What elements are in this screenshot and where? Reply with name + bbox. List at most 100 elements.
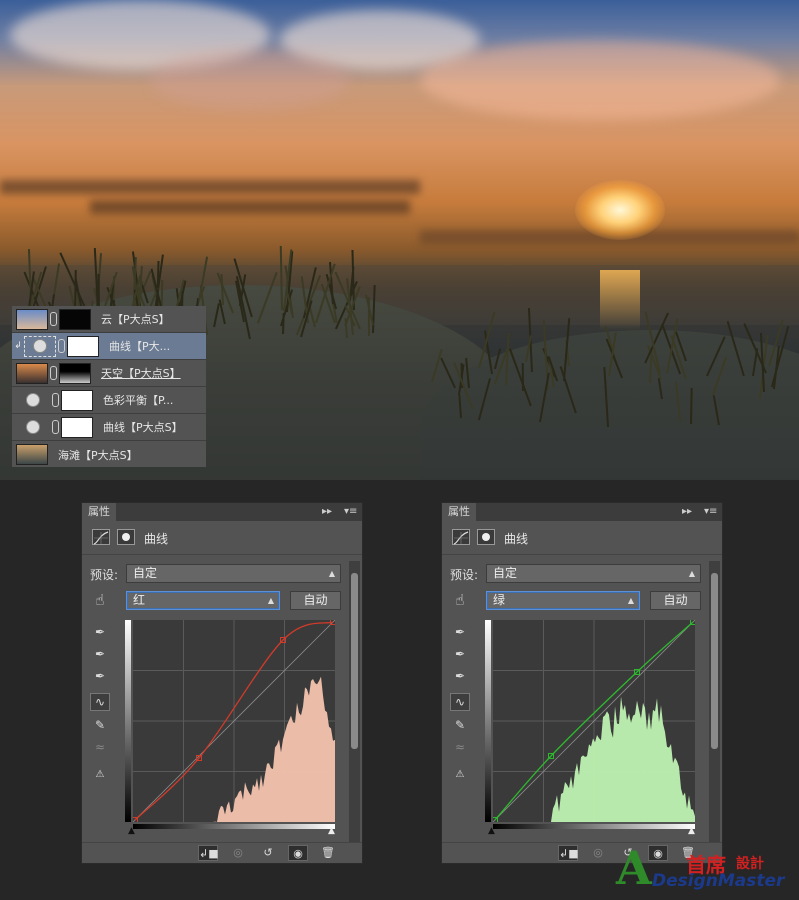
input-gradient: [133, 824, 335, 829]
layer-name: 天空【P大点S】: [101, 367, 181, 380]
eyedropper-gray-icon[interactable]: ✒: [450, 645, 470, 663]
logo-en: DesignMaster: [652, 871, 785, 891]
view-previous-icon[interactable]: ◎: [588, 845, 608, 861]
layer-mask[interactable]: [59, 308, 91, 330]
layer-thumbnail: [26, 393, 40, 407]
preset-select[interactable]: 自定 ▲: [126, 564, 341, 583]
layer-row-selected[interactable]: ↲ 曲线【P大...: [12, 333, 206, 360]
pencil-icon[interactable]: ✎: [90, 716, 110, 734]
layers-panel: 云【P大点S】 ↲ 曲线【P大... 天空【P大点S】 色彩平衡【P... 曲线…: [12, 306, 206, 467]
trash-icon[interactable]: 🗑: [318, 845, 338, 861]
chevron-updown-icon: ▲: [328, 569, 335, 578]
designmaster-logo: A 首席 設計 DesignMaster: [616, 845, 796, 897]
scrollbar-thumb[interactable]: [711, 573, 718, 749]
layer-mask[interactable]: [61, 416, 93, 438]
logo-mark: A: [616, 841, 652, 895]
panel-footer: ↲■ ◎ ↺ ◉ 🗑: [82, 842, 362, 863]
layer-mask[interactable]: [59, 362, 91, 384]
layer-row[interactable]: 海滩【P大点S】: [12, 441, 206, 468]
panel-header: 曲线: [442, 522, 722, 555]
layer-row[interactable]: 色彩平衡【P...: [12, 387, 206, 414]
properties-panel: 属性 ▸▸ ▾≡ 曲线 预设: 自定 ▲ ☝ 红 ▲ 自动 ✒ ✒ ✒ ∿ ✎ ≈ …: [81, 502, 363, 864]
hand-adjust-icon[interactable]: ☝: [450, 591, 470, 609]
pencil-icon[interactable]: ✎: [450, 716, 470, 734]
curves-adjustment-icon: [26, 420, 40, 434]
layer-row[interactable]: 曲线【P大点S】: [12, 414, 206, 441]
auto-button[interactable]: 自动: [290, 591, 341, 610]
clipping-warning-icon[interactable]: ⚠: [450, 765, 470, 783]
clip-to-layer-icon[interactable]: ↲■: [558, 845, 579, 861]
scrollbar[interactable]: [709, 561, 720, 843]
scrollbar[interactable]: [349, 561, 360, 843]
collapse-icon[interactable]: ▸▸: [322, 503, 332, 521]
auto-button[interactable]: 自动: [650, 591, 701, 610]
tab-properties[interactable]: 属性: [442, 503, 476, 521]
curves-adjustment-icon: [33, 339, 47, 353]
eyedropper-white-icon[interactable]: ✒: [450, 667, 470, 685]
white-point-slider[interactable]: ▲: [688, 826, 695, 836]
channel-select[interactable]: 红 ▲: [126, 591, 280, 610]
clipping-warning-icon[interactable]: ⚠: [90, 765, 110, 783]
layer-name: 色彩平衡【P...: [103, 394, 174, 407]
mask-icon[interactable]: [117, 529, 135, 545]
mask-icon[interactable]: [477, 529, 495, 545]
eyedropper-black-icon[interactable]: ✒: [90, 623, 110, 641]
link-icon: [52, 420, 59, 434]
eyedropper-white-icon[interactable]: ✒: [90, 667, 110, 685]
clip-to-layer-icon[interactable]: ↲■: [198, 845, 219, 861]
panel-menu-icon[interactable]: ▾≡: [704, 503, 717, 521]
layer-thumbnail: [16, 308, 48, 330]
link-icon: [58, 339, 65, 353]
curve-point-tool-icon[interactable]: ∿: [450, 693, 470, 711]
eyedropper-black-icon[interactable]: ✒: [450, 623, 470, 641]
output-gradient: [485, 620, 491, 822]
preset-label: 预设:: [450, 568, 479, 582]
layer-thumbnail: [16, 444, 48, 465]
black-point-slider[interactable]: ▲: [128, 826, 135, 836]
preset-label: 预设:: [90, 568, 119, 582]
smooth-icon[interactable]: ≈: [90, 738, 110, 756]
curves-icon[interactable]: [92, 529, 110, 545]
scrollbar-thumb[interactable]: [351, 573, 358, 749]
cloud: [150, 50, 350, 110]
layer-thumbnail: [16, 362, 48, 384]
black-point-slider[interactable]: ▲: [488, 826, 495, 836]
curves-icon[interactable]: [452, 529, 470, 545]
layer-name: 云【P大点S】: [101, 313, 170, 326]
collapse-icon[interactable]: ▸▸: [682, 503, 692, 521]
chevron-updown-icon: ▲: [688, 569, 695, 578]
curves-graph[interactable]: [493, 620, 695, 822]
channel-select[interactable]: 绿 ▲: [486, 591, 640, 610]
white-point-slider[interactable]: ▲: [328, 826, 335, 836]
link-icon: [50, 366, 57, 380]
canvas-photo: 云【P大点S】 ↲ 曲线【P大... 天空【P大点S】 色彩平衡【P... 曲线…: [0, 0, 799, 480]
layer-row[interactable]: 天空【P大点S】: [12, 360, 206, 387]
chevron-updown-icon: ▲: [627, 596, 634, 605]
color-balance-icon: [26, 393, 40, 407]
layer-mask[interactable]: [61, 389, 93, 411]
tab-properties[interactable]: 属性: [82, 503, 116, 521]
panel-header: 曲线: [82, 522, 362, 555]
logo-cn2: 設計: [736, 856, 764, 872]
panel-titlebar: 属性 ▸▸ ▾≡: [442, 503, 722, 521]
layer-name: 曲线【P大点S】: [103, 421, 183, 434]
eyedropper-gray-icon[interactable]: ✒: [90, 645, 110, 663]
panel-titlebar: 属性 ▸▸ ▾≡: [82, 503, 362, 521]
layer-mask[interactable]: [67, 335, 99, 357]
curve-point-tool-icon[interactable]: ∿: [90, 693, 110, 711]
panel-title: 曲线: [504, 532, 529, 546]
visibility-eye-icon[interactable]: ◉: [288, 845, 308, 861]
panel-title: 曲线: [144, 532, 169, 546]
output-gradient: [125, 620, 131, 822]
curves-graph[interactable]: [133, 620, 335, 822]
layer-name: 曲线【P大...: [109, 340, 171, 353]
hand-adjust-icon[interactable]: ☝: [90, 591, 110, 609]
view-previous-icon[interactable]: ◎: [228, 845, 248, 861]
reset-icon[interactable]: ↺: [258, 845, 278, 861]
panel-menu-icon[interactable]: ▾≡: [344, 503, 357, 521]
smooth-icon[interactable]: ≈: [450, 738, 470, 756]
layer-thumbnail: [24, 335, 56, 357]
cloud: [420, 40, 780, 120]
preset-select[interactable]: 自定 ▲: [486, 564, 701, 583]
layer-row[interactable]: 云【P大点S】: [12, 306, 206, 333]
